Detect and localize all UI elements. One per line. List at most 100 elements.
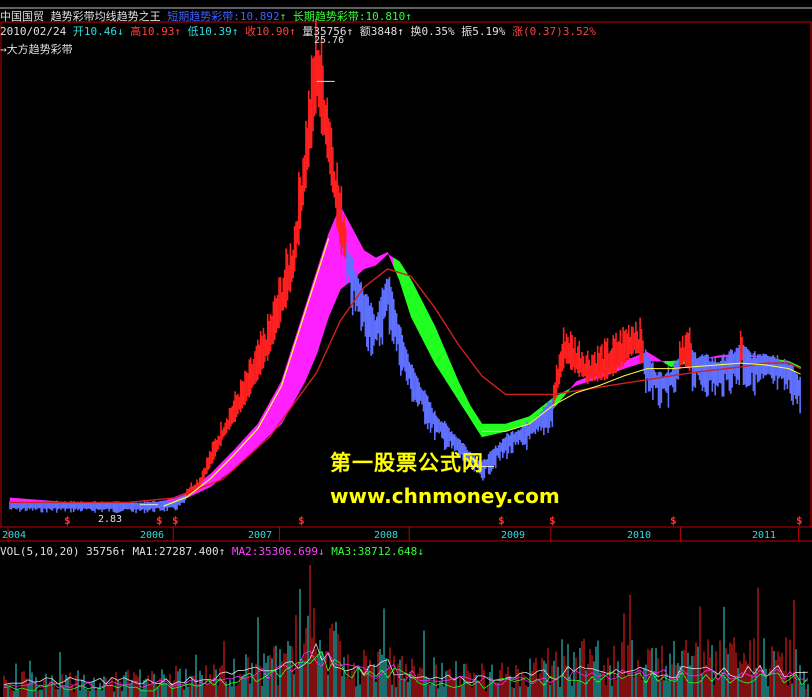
buy-signal-icon[interactable]: $: [156, 514, 163, 527]
year-label: 2004: [2, 530, 27, 541]
short-band-arrow-icon: ↑: [279, 10, 287, 23]
trend-band-segment: [487, 423, 495, 436]
trend-band-segment: [652, 355, 660, 362]
buy-signal-icon[interactable]: $: [498, 514, 505, 527]
trend-band-segment: [405, 269, 412, 317]
chart-canvas[interactable]: [0, 0, 812, 697]
trend-band-segment: [9, 497, 17, 502]
trend-band-segment: [440, 339, 447, 383]
volume-label: 量: [302, 25, 314, 38]
high-price-annotation: 25.76: [314, 35, 345, 46]
low-value: 10.39: [198, 25, 232, 38]
year-label: 2008: [374, 530, 399, 541]
trend-band-segment: [458, 381, 465, 411]
amplitude-label: 振: [461, 25, 473, 38]
trend-band-segment: [422, 302, 430, 352]
buy-signal-icon[interactable]: $: [64, 514, 71, 527]
low-label: 低: [187, 25, 199, 38]
trend-band-segment: [375, 254, 382, 266]
buy-signal-icon[interactable]: $: [172, 514, 179, 527]
turnover-label: 换: [410, 25, 422, 38]
high-arrow-icon: ↑: [174, 25, 181, 38]
year-label: 2010: [627, 530, 652, 541]
open-label: 开: [72, 25, 84, 38]
trend-band-segment: [434, 326, 441, 374]
buy-signal-icon[interactable]: $: [796, 514, 803, 527]
trend-band-segment: [357, 239, 365, 276]
amount-value: 3848: [370, 25, 398, 38]
change-pct: 3.52%: [562, 25, 596, 38]
high-value: 10.93: [141, 25, 175, 38]
trend-band-segment: [410, 279, 418, 329]
open-value: 10.46: [83, 25, 117, 38]
trend-band-segment: [464, 393, 471, 420]
trend-band-segment: [393, 257, 400, 281]
trend-band-segment: [428, 314, 436, 364]
indicator-header: 中国国贸 趋势彩带均线趋势之王 短期趋势彩带:10.892↑ 长期趋势彩带:10…: [0, 10, 412, 23]
year-label: 2011: [752, 530, 777, 541]
buy-signal-icon[interactable]: $: [298, 514, 305, 527]
long-band-value: 10.810: [365, 10, 406, 23]
trend-band-segment: [576, 378, 583, 386]
trend-band-segment: [711, 355, 719, 359]
quote-bar: 2010/02/24 开10.46↓ 高10.93↑ 低10.39↑ 收10.9…: [0, 25, 596, 38]
volume-header: VOL(5,10,20) 35756↑ MA1:27287.400↑ MA2:3…: [0, 545, 424, 558]
trend-band-segment: [452, 367, 459, 401]
ma2-value: 35306.699: [258, 545, 318, 558]
ma3-label: MA3:: [331, 545, 358, 558]
trend-band-segment: [369, 253, 377, 268]
trend-band-segment: [664, 360, 672, 368]
trend-band-segment: [570, 380, 577, 389]
turnover-value: 0.35%: [421, 25, 455, 38]
change-label: 涨: [511, 25, 523, 38]
trend-band-segment: [475, 413, 483, 438]
amount-arrow-icon: ↑: [397, 25, 404, 38]
trend-band-segment: [387, 252, 394, 267]
trend-band-segment: [292, 326, 300, 404]
trend-band-segment: [363, 250, 371, 270]
year-label: 2006: [140, 530, 165, 541]
open-arrow-icon: ↓: [116, 25, 124, 38]
ma1-arrow-icon: ↑: [218, 545, 226, 558]
stock-name[interactable]: 中国国贸: [0, 10, 44, 23]
change-value: (0.37): [522, 25, 563, 38]
band-label: →大方趋势彩带: [0, 43, 73, 56]
trend-band-segment: [493, 423, 500, 435]
high-label: 高: [130, 25, 142, 38]
close-label: 收: [244, 25, 256, 38]
trend-band-segment: [381, 251, 388, 261]
watermark-title: 第一股票公式网: [330, 451, 484, 475]
long-band-arrow-icon: ↑: [405, 10, 412, 23]
trend-band-segment: [328, 219, 335, 318]
trend-band-segment: [629, 356, 636, 368]
short-band-value: 10.892: [239, 10, 280, 23]
volume-arrow-icon: ↑: [346, 25, 354, 38]
amplitude-value: 5.19%: [472, 25, 506, 38]
trend-band-segment: [481, 423, 489, 438]
close-arrow-icon: ↑: [289, 25, 296, 38]
indicator-name[interactable]: 趋势彩带均线趋势之王: [51, 10, 161, 23]
quote-date: 2010/02/24: [0, 25, 67, 38]
ma2-arrow-icon: ↓: [317, 545, 325, 558]
low-arrow-icon: ↑: [231, 25, 239, 38]
short-band-label: 短期趋势彩带:: [167, 10, 240, 23]
year-label: 2009: [501, 530, 526, 541]
trend-band-segment: [399, 260, 406, 299]
watermark-url: www.chnmoney.com: [330, 484, 560, 508]
buy-signal-icon[interactable]: $: [670, 514, 677, 527]
amount-label: 额: [359, 25, 371, 38]
trend-band-segment: [15, 498, 23, 502]
trend-band-segment: [287, 344, 294, 415]
year-label: 2007: [248, 530, 273, 541]
stock-chart-window[interactable]: 中国国贸 趋势彩带均线趋势之王 短期趋势彩带:10.892↑ 长期趋势彩带:10…: [0, 0, 812, 697]
volume-current: 35756: [86, 545, 120, 558]
ma3-arrow-icon: ↓: [417, 545, 424, 558]
trend-band-segment: [469, 404, 477, 429]
volume-current-arrow-icon: ↑: [119, 545, 126, 558]
long-band-label: 长期趋势彩带:: [292, 10, 366, 23]
trend-band-segment: [416, 291, 424, 341]
buy-signal-icon[interactable]: $: [549, 514, 556, 527]
trend-band-segment: [658, 358, 666, 364]
low-price-annotation: 2.83: [98, 514, 123, 525]
ma1-label: MA1:: [132, 545, 159, 558]
